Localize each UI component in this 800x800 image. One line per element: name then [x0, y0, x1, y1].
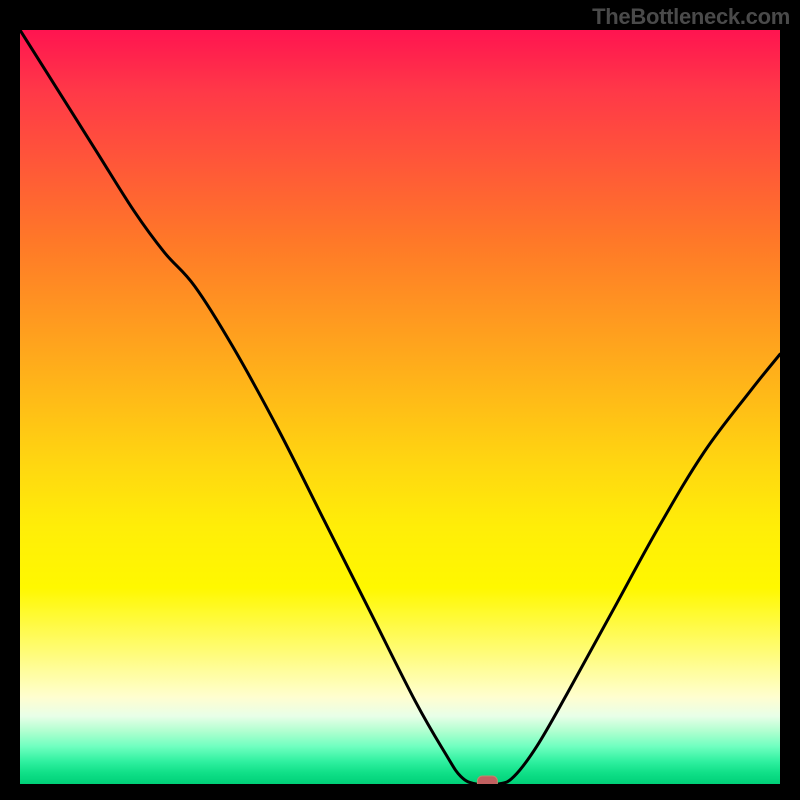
- curve-svg: [20, 30, 780, 784]
- plot-area: [20, 30, 780, 784]
- chart-frame: TheBottleneck.com: [0, 0, 800, 800]
- bottleneck-curve: [20, 30, 780, 784]
- minimum-marker: [477, 776, 497, 784]
- attribution-label: TheBottleneck.com: [592, 4, 790, 30]
